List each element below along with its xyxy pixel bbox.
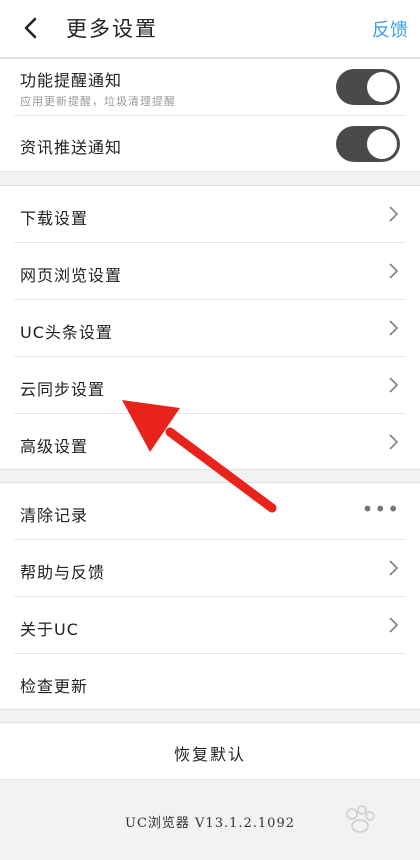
chevron-right-icon <box>389 377 399 393</box>
row-label: 功能提醒通知 <box>20 71 123 90</box>
feedback-button[interactable]: 反馈 <box>372 16 408 42</box>
chevron-right-icon <box>389 434 399 450</box>
row-label: 帮助与反馈 <box>20 563 106 582</box>
row-label: 网页浏览设置 <box>20 266 123 285</box>
row-label: 检查更新 <box>20 677 89 696</box>
chevron-right-icon <box>389 617 399 633</box>
misc-item-clear-records[interactable]: 清除记录 ••• <box>14 483 406 540</box>
notification-row-feature-reminder[interactable]: 功能提醒通知 应用更新提醒，垃圾清理提醒 <box>14 59 406 116</box>
feature-reminder-toggle[interactable] <box>336 69 400 105</box>
row-label: 资讯推送通知 <box>20 138 123 157</box>
row-label: 清除记录 <box>20 506 89 525</box>
misc-item-check-update[interactable]: 检查更新 <box>14 654 406 711</box>
settings-item-download[interactable]: 下载设置 <box>14 186 406 243</box>
top-bar: 更多设置 反馈 <box>0 0 420 58</box>
chevron-right-icon <box>389 263 399 279</box>
row-label: 关于UC <box>20 620 79 639</box>
row-subtitle: 应用更新提醒，垃圾清理提醒 <box>20 95 176 108</box>
news-push-toggle[interactable] <box>336 126 400 162</box>
settings-item-uc-headlines[interactable]: UC头条设置 <box>14 300 406 357</box>
notification-row-news-push[interactable]: 资讯推送通知 <box>14 116 406 173</box>
row-label: 高级设置 <box>20 437 89 456</box>
chevron-left-icon <box>24 17 37 39</box>
notifications-group: 功能提醒通知 应用更新提醒，垃圾清理提醒 资讯推送通知 <box>0 58 420 172</box>
misc-item-about-uc[interactable]: 关于UC <box>14 597 406 654</box>
row-label: 下载设置 <box>20 209 89 228</box>
misc-item-help-feedback[interactable]: 帮助与反馈 <box>14 540 406 597</box>
row-label: UC头条设置 <box>20 323 113 342</box>
row-label: 云同步设置 <box>20 380 106 399</box>
misc-group: 清除记录 ••• 帮助与反馈 关于UC 检查更新 <box>0 482 420 710</box>
back-button[interactable] <box>16 10 48 46</box>
chevron-right-icon <box>389 320 399 336</box>
settings-item-advanced[interactable]: 高级设置 <box>14 414 406 471</box>
chevron-right-icon <box>389 206 399 222</box>
watermark-logo <box>346 805 375 833</box>
settings-item-cloud-sync[interactable]: 云同步设置 <box>14 357 406 414</box>
more-dots-icon: ••• <box>361 497 400 521</box>
chevron-right-icon <box>389 560 399 576</box>
settings-group: 下载设置 网页浏览设置 UC头条设置 云同步设置 高级设置 <box>0 185 420 470</box>
reset-defaults-button[interactable]: 恢复默认 <box>0 722 420 780</box>
page-title: 更多设置 <box>66 17 158 41</box>
reset-defaults-label: 恢复默认 <box>173 745 246 764</box>
settings-item-web-browsing[interactable]: 网页浏览设置 <box>14 243 406 300</box>
